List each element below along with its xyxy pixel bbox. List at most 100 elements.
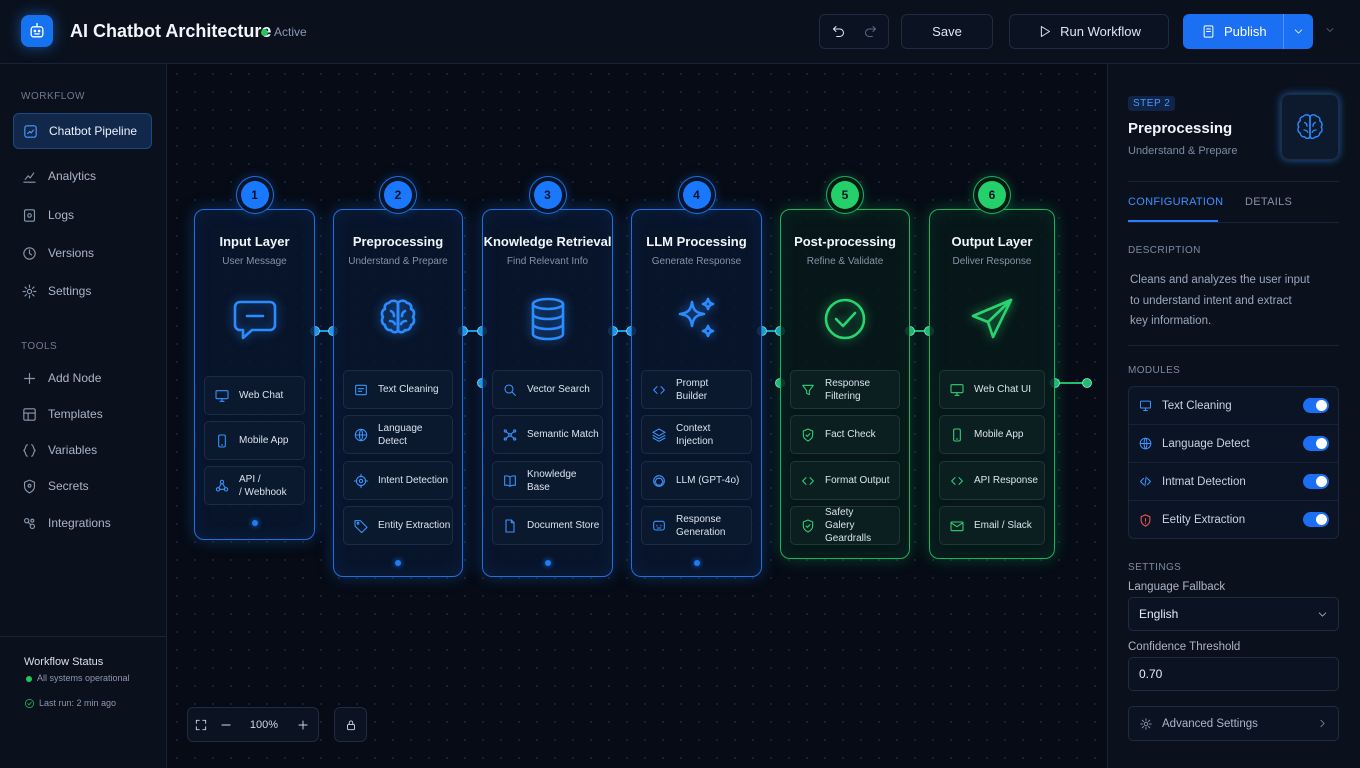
node-module[interactable]: Prompt Builder xyxy=(641,370,752,409)
workflow-node-6[interactable]: 6 Output Layer Deliver Response Web Chat UI… xyxy=(929,181,1055,559)
shield-check-icon xyxy=(800,518,816,534)
workflow-node-1[interactable]: 1 Input Layer User Message Web Chat Mobile A… xyxy=(194,181,315,540)
module-toggle[interactable] xyxy=(1303,512,1329,527)
node-module[interactable]: Context Injection xyxy=(641,415,752,454)
module-label: Language Detect xyxy=(1162,437,1250,450)
node-module[interactable]: Language Detect xyxy=(343,415,453,454)
tab-configuration[interactable]: CONFIGURATION xyxy=(1128,196,1223,208)
sidebar-item-analytics[interactable]: Analytics xyxy=(13,158,152,194)
end-port[interactable] xyxy=(1082,378,1092,388)
sidebar-item-secrets[interactable]: Secrets xyxy=(13,468,152,504)
publish-button[interactable]: Publish xyxy=(1183,14,1313,49)
workflow-node-5[interactable]: 5 Post-processing Refine & Validate Respons… xyxy=(780,181,910,559)
node-module[interactable]: Safety Galery Geardralls xyxy=(790,506,900,545)
module-label: Mobile App xyxy=(974,429,1024,440)
tools-heading: TOOLS xyxy=(21,341,58,352)
node-title: Input Layer xyxy=(219,234,290,249)
page-dot xyxy=(395,560,401,566)
node-module[interactable]: Response Generation xyxy=(641,506,752,545)
node-title: Output Layer xyxy=(951,234,1033,249)
step-number-badge: 3 xyxy=(533,181,562,209)
module-toggle[interactable] xyxy=(1303,474,1329,489)
bot-logo-icon xyxy=(21,15,53,47)
workflow-node-4[interactable]: 4 LLM Processing Generate Response Prompt B… xyxy=(631,181,762,577)
run-label: Run Workflow xyxy=(1060,24,1141,39)
mail-icon xyxy=(949,518,965,534)
workflow-icon xyxy=(22,123,39,140)
node-module[interactable]: Intent Detection xyxy=(343,461,453,500)
node-module[interactable]: API / / Webhook xyxy=(204,466,305,505)
sidebar-item-versions[interactable]: Versions xyxy=(13,235,152,271)
redo-icon[interactable] xyxy=(863,24,878,39)
sidebar-item-templates[interactable]: Templates xyxy=(13,396,152,432)
sidebar-item-settings[interactable]: Settings xyxy=(13,273,152,309)
workflow-node-3[interactable]: 3 Knowledge Retrieval Find Relevant Info Ve… xyxy=(482,181,613,577)
module-toggle[interactable] xyxy=(1303,436,1329,451)
node-title: LLM Processing xyxy=(646,234,747,249)
node-module[interactable]: Email / Slack xyxy=(939,506,1045,545)
page-dot xyxy=(693,560,700,566)
node-module[interactable]: Entity Extraction xyxy=(343,506,453,545)
openai-icon xyxy=(651,473,667,489)
node-module[interactable]: Vector Search xyxy=(492,370,603,409)
code-icon xyxy=(949,473,965,489)
plus-icon xyxy=(21,370,38,387)
node-module[interactable]: Web Chat xyxy=(204,376,305,415)
sidebar-item-chatbot-pipeline[interactable]: Chatbot Pipeline xyxy=(13,113,152,149)
document-icon xyxy=(502,518,518,534)
code-icon xyxy=(651,382,667,398)
language-fallback-select[interactable]: English xyxy=(1128,597,1339,631)
publish-label: Publish xyxy=(1224,24,1267,39)
node-module[interactable]: Fact Check xyxy=(790,415,900,454)
workflow-node-2[interactable]: 2 Preprocessing Understand & Prepare Text C… xyxy=(333,181,463,577)
publish-icon xyxy=(1201,24,1216,39)
lock-icon[interactable] xyxy=(334,707,367,742)
sidebar-item-logs[interactable]: Logs xyxy=(13,197,152,233)
search-icon xyxy=(502,382,518,398)
node-module[interactable]: Knowledge Base xyxy=(492,461,603,500)
sidebar-item-variables[interactable]: Variables xyxy=(13,432,152,468)
node-module[interactable]: Web Chat UI xyxy=(939,370,1045,409)
zoom-out-button[interactable] xyxy=(213,718,238,732)
advanced-settings-button[interactable]: Advanced Settings xyxy=(1128,706,1339,741)
sidebar-item-label: Secrets xyxy=(48,479,89,493)
node-module[interactable]: Response Filtering xyxy=(790,370,900,409)
run-workflow-button[interactable]: Run Workflow xyxy=(1009,14,1169,49)
module-row: Eetity Extraction xyxy=(1129,501,1338,539)
fit-view-icon[interactable] xyxy=(188,718,213,732)
confidence-threshold-input[interactable]: 0.70 xyxy=(1128,657,1339,691)
sidebar-item-integrations[interactable]: Integrations xyxy=(13,505,152,541)
chevron-down-icon[interactable] xyxy=(1324,24,1336,36)
save-button[interactable]: Save xyxy=(901,14,993,49)
publish-dropdown[interactable] xyxy=(1283,14,1313,49)
node-subtitle: User Message xyxy=(222,256,287,267)
versions-icon xyxy=(21,245,38,262)
node-module[interactable]: Format Output xyxy=(790,461,900,500)
workflow-canvas[interactable]: 1 Input Layer User Message Web Chat Mobile A… xyxy=(168,65,1106,768)
publish-main[interactable]: Publish xyxy=(1183,14,1283,49)
node-module[interactable]: Text Cleaning xyxy=(343,370,453,409)
text-icon xyxy=(353,382,369,398)
panel-title: Preprocessing xyxy=(1128,120,1233,137)
monitor-icon xyxy=(949,382,965,398)
zoom-in-button[interactable] xyxy=(290,718,315,732)
node-module[interactable]: Semantic Match xyxy=(492,415,603,454)
workflow-status-panel: Workflow Status All systems operational … xyxy=(0,636,167,768)
node-module[interactable]: LLM (GPT-4o) xyxy=(641,461,752,500)
settings-heading: SETTINGS xyxy=(1128,562,1182,573)
node-module[interactable]: Mobile App xyxy=(939,415,1045,454)
node-module[interactable]: Document Store xyxy=(492,506,603,545)
node-module[interactable]: API Response xyxy=(939,461,1045,500)
tab-details[interactable]: DETAILS xyxy=(1245,196,1292,208)
undo-icon[interactable] xyxy=(831,24,846,39)
description-text: Cleans and analyzes the user input to un… xyxy=(1130,274,1310,327)
confidence-threshold-value: 0.70 xyxy=(1139,667,1163,681)
node-subtitle: Generate Response xyxy=(651,256,742,267)
module-row: Intmat Detection xyxy=(1129,463,1338,501)
sidebar-item-add-node[interactable]: Add Node xyxy=(13,360,152,396)
module-label: Language Detect xyxy=(378,422,423,447)
zoom-level: 100% xyxy=(249,718,279,731)
shield-alert-icon xyxy=(1138,513,1153,528)
node-module[interactable]: Mobile App xyxy=(204,421,305,460)
module-toggle[interactable] xyxy=(1303,398,1329,413)
